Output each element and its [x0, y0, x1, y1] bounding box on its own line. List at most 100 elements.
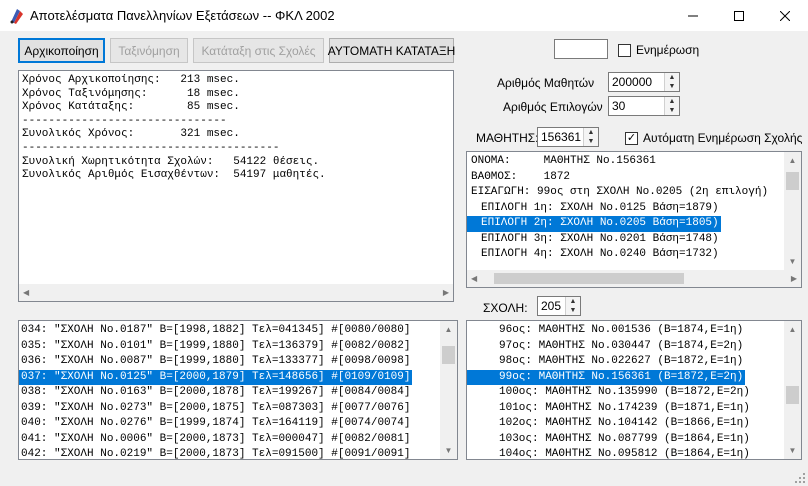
- school-student-row[interactable]: 101ος: ΜΑΘΗΤΗΣ No.174239 (B=1871,E=1η): [467, 401, 801, 417]
- schools-list-vscroll[interactable]: ▲ ▼: [440, 321, 457, 459]
- student-info-line[interactable]: ΕΠΙΛΟΓΗ 3η: ΣΧΟΛΗ No.0201 Βάση=1748): [467, 232, 801, 248]
- scroll-thumb[interactable]: [494, 273, 684, 284]
- school-students-pane[interactable]: 96ος: ΜΑΘΗΤΗΣ No.001536 (B=1874,E=1η) 97ο…: [466, 320, 802, 460]
- choices-count-value[interactable]: 30: [609, 97, 664, 115]
- resize-grip-icon[interactable]: [794, 472, 806, 484]
- log-line: Συνολική Χωρητικότητα Σχολών: 54122 θέσε…: [22, 155, 320, 168]
- scroll-left-icon[interactable]: ◀: [23, 288, 29, 297]
- log-line: Συνολικός Χρόνος: 321 msec.: [22, 128, 240, 141]
- spin-up-icon[interactable]: ▲: [584, 128, 598, 137]
- check-icon: ✓: [626, 131, 637, 144]
- rank-button[interactable]: Κατάταξη στις Σχολές: [193, 38, 324, 63]
- school-label: ΣΧΟΛΗ:: [483, 301, 528, 315]
- init-button[interactable]: Αρχικοποίηση: [18, 38, 105, 63]
- school-row[interactable]: 041: "ΣΧΟΛΗ No.0006" B=[2000,1873] Tελ=0…: [19, 432, 457, 448]
- school-arrows[interactable]: ▲ ▼: [565, 297, 580, 315]
- schools-list[interactable]: 034: "ΣΧΟΛΗ No.0187" B=[1998,1882] Tελ=0…: [19, 321, 457, 459]
- school-student-row[interactable]: 100ος: ΜΑΘΗΤΗΣ No.135990 (B=1872,E=2η): [467, 385, 801, 401]
- student-label: ΜΑΘΗΤΗΣ:: [476, 131, 539, 145]
- scroll-right-icon[interactable]: ▶: [443, 288, 449, 297]
- auto-rank-button[interactable]: ΑΥΤΟΜΑΤΗ ΚΑΤΑΤΑΞΗ: [328, 38, 455, 63]
- close-icon: [780, 10, 790, 21]
- scroll-right-icon[interactable]: ▶: [791, 274, 797, 283]
- scroll-up-icon[interactable]: ▲: [789, 325, 797, 334]
- scroll-thumb[interactable]: [442, 346, 455, 364]
- scroll-thumb[interactable]: [786, 386, 799, 404]
- maximize-icon: [734, 10, 744, 21]
- scroll-thumb[interactable]: [786, 172, 799, 190]
- spin-down-icon[interactable]: ▼: [665, 106, 679, 115]
- update-checkbox-box[interactable]: [618, 43, 631, 57]
- student-info-line[interactable]: ΕΙΣΑΓΩΓΗ: 99ος στη ΣΧΟΛΗ No.0205 (2η επι…: [467, 185, 801, 201]
- spin-down-icon[interactable]: ▼: [584, 137, 598, 146]
- student-value[interactable]: 156361: [538, 128, 583, 146]
- school-student-row[interactable]: 97ος: ΜΑΘΗΤΗΣ No.030447 (B=1874,E=2η): [467, 339, 801, 355]
- sort-button[interactable]: Ταξινόμηση: [110, 38, 188, 63]
- school-student-row[interactable]: 98ος: ΜΑΘΗΤΗΣ No.022627 (B=1872,E=1η): [467, 354, 801, 370]
- school-students-vscroll[interactable]: ▲ ▼: [784, 321, 801, 459]
- app-icon: [10, 9, 23, 24]
- scroll-left-icon[interactable]: ◀: [471, 274, 477, 283]
- students-count-spinner[interactable]: 200000 ▲ ▼: [608, 72, 680, 92]
- school-student-row[interactable]: 99ος: ΜΑΘΗΤΗΣ No.156361 (B=1872,E=2η): [467, 369, 746, 385]
- school-row[interactable]: 037: "ΣΧΟΛΗ No.0125" B=[2000,1879] Tελ=1…: [19, 369, 413, 385]
- student-info-line[interactable]: ΕΠΙΛΟΓΗ 2η: ΣΧΟΛΗ No.0205 Βάση=1805): [467, 216, 721, 232]
- student-spinner[interactable]: 156361 ▲ ▼: [537, 127, 599, 147]
- student-arrows[interactable]: ▲ ▼: [583, 128, 598, 146]
- school-student-row[interactable]: 104ος: ΜΑΘΗΤΗΣ No.095812 (B=1864,E=1η): [467, 447, 801, 459]
- spin-down-icon[interactable]: ▼: [566, 306, 580, 315]
- log-text: Χρόνος Αρχικοποίησης: 213 msec. Χρόνος Τα…: [19, 71, 453, 183]
- school-row[interactable]: 038: "ΣΧΟΛΗ No.0163" B=[2000,1878] Tελ=1…: [19, 385, 457, 401]
- auto-update-checkbox-box[interactable]: ✓: [625, 131, 638, 145]
- school-row[interactable]: 035: "ΣΧΟΛΗ No.0101" B=[1999,1880] Tελ=1…: [19, 339, 457, 355]
- close-button[interactable]: [762, 0, 808, 31]
- scroll-down-icon[interactable]: ▼: [789, 257, 797, 266]
- title-bar[interactable]: Αποτελέσματα Πανελληνίων Εξετάσεων -- ΦΚ…: [0, 0, 808, 31]
- scroll-up-icon[interactable]: ▲: [445, 325, 453, 334]
- school-row[interactable]: 039: "ΣΧΟΛΗ No.0273" B=[2000,1875] Tελ=0…: [19, 401, 457, 417]
- auto-update-checkbox[interactable]: ✓ Αυτόματη Ενημέρωση Σχολής: [625, 131, 802, 145]
- spin-down-icon[interactable]: ▼: [665, 82, 679, 91]
- choices-count-spinner[interactable]: 30 ▲ ▼: [608, 96, 680, 116]
- student-info-line[interactable]: ΕΠΙΛΟΓΗ 1η: ΣΧΟΛΗ No.0125 Βάση=1879): [467, 201, 801, 217]
- student-info-line[interactable]: ΒΑΘΜΟΣ: 1872: [467, 170, 801, 186]
- minimize-icon: [688, 15, 698, 16]
- choices-count-arrows[interactable]: ▲ ▼: [664, 97, 679, 115]
- update-checkbox-label: Ενημέρωση: [636, 43, 700, 57]
- log-line: -------------------------------: [22, 114, 227, 127]
- school-value[interactable]: 205: [538, 297, 565, 315]
- students-count-arrows[interactable]: ▲ ▼: [664, 73, 679, 91]
- minimize-button[interactable]: [670, 0, 716, 31]
- school-student-row[interactable]: 96ος: ΜΑΘΗΤΗΣ No.001536 (B=1874,E=1η): [467, 323, 801, 339]
- school-spinner[interactable]: 205 ▲ ▼: [537, 296, 581, 316]
- school-row[interactable]: 040: "ΣΧΟΛΗ No.0276" B=[1999,1874] Tελ=1…: [19, 416, 457, 432]
- student-info-pane[interactable]: ΟΝΟΜΑ: ΜΑΘΗΤΗΣ No.156361 ΒΑΘΜΟΣ: 1872 ΕΙΣΑ…: [466, 151, 802, 288]
- spin-up-icon[interactable]: ▲: [566, 297, 580, 306]
- school-row[interactable]: 036: "ΣΧΟΛΗ No.0087" B=[1999,1880] Tελ=1…: [19, 354, 457, 370]
- spin-up-icon[interactable]: ▲: [665, 73, 679, 82]
- scroll-up-icon[interactable]: ▲: [789, 156, 797, 165]
- students-count-label: Αριθμός Μαθητών: [497, 76, 595, 90]
- student-info-hscroll[interactable]: ◀ ▶: [467, 270, 801, 287]
- school-student-row[interactable]: 102ος: ΜΑΘΗΤΗΣ No.104142 (B=1866,E=1η): [467, 416, 801, 432]
- update-field[interactable]: [554, 39, 608, 59]
- school-students-list[interactable]: 96ος: ΜΑΘΗΤΗΣ No.001536 (B=1874,E=1η) 97ο…: [467, 321, 801, 459]
- student-info-list[interactable]: ΟΝΟΜΑ: ΜΑΘΗΤΗΣ No.156361 ΒΑΘΜΟΣ: 1872 ΕΙΣΑ…: [467, 152, 801, 263]
- choices-count-label: Αριθμός Επιλογών: [503, 100, 603, 114]
- maximize-button[interactable]: [716, 0, 762, 31]
- scroll-down-icon[interactable]: ▼: [445, 446, 453, 455]
- update-checkbox[interactable]: Ενημέρωση: [618, 43, 699, 57]
- school-student-row[interactable]: 103ος: ΜΑΘΗΤΗΣ No.087799 (B=1864,E=1η): [467, 432, 801, 448]
- students-count-value[interactable]: 200000: [609, 73, 664, 91]
- scroll-down-icon[interactable]: ▼: [789, 446, 797, 455]
- auto-update-checkbox-label: Αυτόματη Ενημέρωση Σχολής: [643, 131, 803, 145]
- log-hscroll[interactable]: ◀ ▶: [19, 284, 453, 301]
- student-info-line[interactable]: ΟΝΟΜΑ: ΜΑΘΗΤΗΣ No.156361: [467, 154, 801, 170]
- student-info-vscroll[interactable]: ▲ ▼: [784, 152, 801, 270]
- spin-up-icon[interactable]: ▲: [665, 97, 679, 106]
- schools-list-pane[interactable]: 034: "ΣΧΟΛΗ No.0187" B=[1998,1882] Tελ=0…: [18, 320, 458, 460]
- school-row[interactable]: 042: "ΣΧΟΛΗ No.0219" B=[2000,1873] Tελ=0…: [19, 447, 457, 459]
- student-info-line[interactable]: ΕΠΙΛΟΓΗ 4η: ΣΧΟΛΗ No.0240 Βάση=1732): [467, 247, 801, 263]
- school-row[interactable]: 034: "ΣΧΟΛΗ No.0187" B=[1998,1882] Tελ=0…: [19, 323, 457, 339]
- log-pane[interactable]: Χρόνος Αρχικοποίησης: 213 msec. Χρόνος Τα…: [18, 70, 454, 302]
